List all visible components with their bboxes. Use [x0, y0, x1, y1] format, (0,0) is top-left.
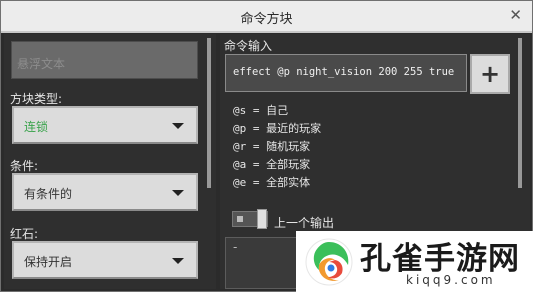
toggle-notch: [237, 216, 243, 222]
condition-value: 有条件的: [24, 187, 73, 201]
plus-icon: +: [479, 60, 501, 88]
hover-text-input[interactable]: 悬浮文本: [11, 41, 198, 79]
command-input-value: effect @p night_vision 200 255 true: [233, 66, 455, 78]
redstone-dropdown[interactable]: 保持开启: [12, 241, 198, 279]
peacock-logo-icon: [305, 238, 353, 286]
redstone-label: 红石:: [10, 227, 39, 241]
chevron-down-icon: [172, 258, 184, 264]
block-type-value: 连锁: [24, 120, 49, 134]
close-icon[interactable]: ✕: [509, 6, 522, 24]
selector-hint: @p = 最近的玩家: [233, 122, 322, 135]
toggle-knob: [257, 209, 267, 229]
selector-hint: @e = 全部实体: [233, 176, 311, 189]
command-input[interactable]: effect @p night_vision 200 255 true: [225, 54, 467, 92]
block-type-label: 方块类型:: [10, 92, 63, 106]
right-scrollbar[interactable]: [518, 38, 522, 188]
command-input-label: 命令输入: [224, 39, 273, 53]
block-type-dropdown[interactable]: 连锁: [12, 106, 198, 144]
left-panel: 悬浮文本 方块类型: 连锁 条件: 有条件的 红石: 保持开启: [4, 34, 216, 289]
previous-output-label: 上一个输出: [274, 216, 335, 230]
selector-hint: @r = 随机玩家: [233, 140, 311, 153]
hover-text-placeholder: 悬浮文本: [17, 57, 66, 71]
left-scrollbar[interactable]: [207, 38, 211, 188]
watermark-name: 孔雀手游网: [360, 241, 520, 277]
redstone-value: 保持开启: [24, 255, 73, 269]
watermark-url: kiqq9.com: [406, 273, 496, 287]
condition-label: 条件:: [10, 159, 39, 173]
title-bar: 命令方块 ✕: [1, 1, 532, 33]
previous-output-toggle[interactable]: [232, 209, 268, 229]
selector-hint: @a = 全部玩家: [233, 158, 311, 171]
chevron-down-icon: [172, 123, 184, 129]
chevron-down-icon: [172, 190, 184, 196]
window-title: 命令方块: [240, 12, 293, 27]
watermark: 孔雀手游网 kiqq9.com: [296, 231, 533, 292]
previous-output-value: -: [233, 240, 238, 254]
selector-hint: @s = 自己: [233, 104, 289, 117]
condition-dropdown[interactable]: 有条件的: [12, 173, 198, 211]
add-button[interactable]: +: [470, 54, 510, 94]
